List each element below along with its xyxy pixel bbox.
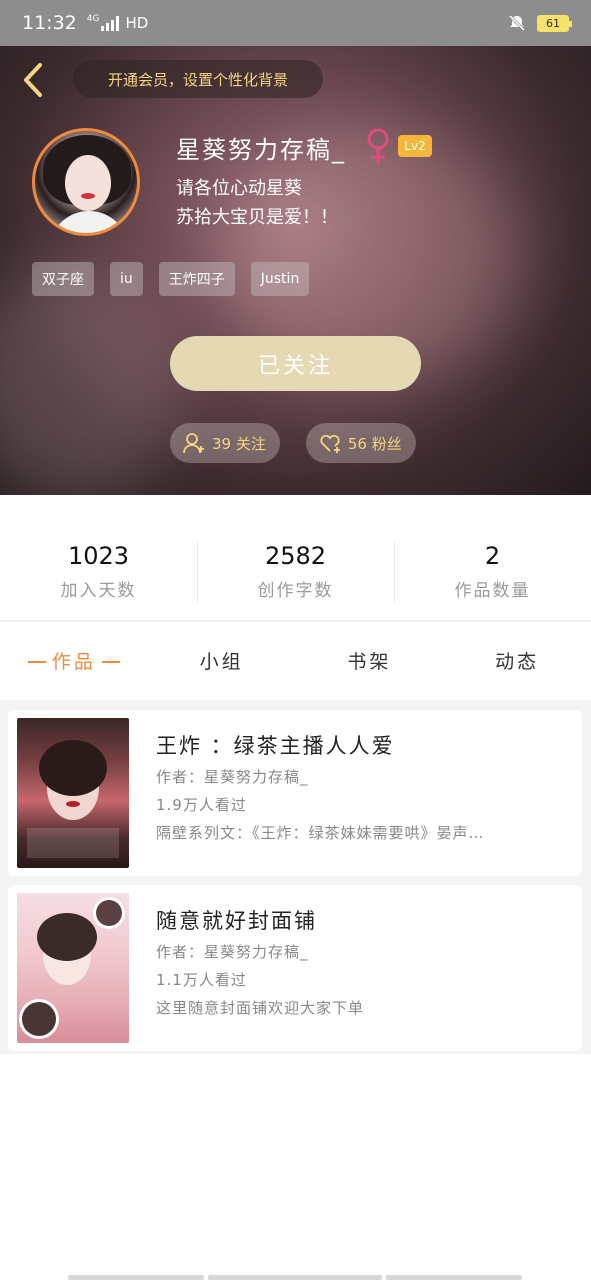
stat-value: 1023 [67, 541, 130, 570]
stat-value: 2 [484, 541, 501, 570]
bio-line: 请各位心动星葵 [176, 178, 302, 199]
status-bar: 11:32 4G HD 61 [0, 0, 591, 46]
tab-activity[interactable]: 动态 [443, 647, 591, 674]
works-list: 王炸 ：绿茶主播人人爱 作者：星葵努力存稿_ 1.9万人看过 隔壁系列文：《王炸… [0, 700, 591, 1054]
signal-bars-icon [101, 15, 120, 31]
work-cover[interactable] [17, 893, 129, 1043]
tab-bookshelf[interactable]: 书架 [296, 647, 444, 674]
back-arrow-icon[interactable] [18, 62, 48, 98]
divider [0, 620, 591, 622]
following-button[interactable]: 39 关注 [170, 423, 280, 463]
work-author: 作者：星葵努力存稿_ [156, 943, 309, 961]
tab-groups[interactable]: 小组 [148, 647, 296, 674]
signal-indicator: 4G HD [87, 14, 149, 32]
tab-works[interactable]: 作品 [0, 647, 148, 674]
mute-icon [508, 14, 526, 32]
tag[interactable]: iu [110, 262, 143, 296]
heart-plus-icon [320, 434, 340, 453]
bio-line: 苏拾大宝贝是爱！！ [176, 207, 338, 228]
stat-label: 作品数量 [454, 580, 531, 601]
nav-hint [386, 1275, 522, 1280]
stat-join-days: 1023 加入天数 [0, 536, 197, 606]
status-time: 11:32 [22, 12, 77, 34]
profile-header: 开通会员，设置个性化背景 星葵努力存稿_ Lv2 请各位心动星葵 苏拾大宝贝是爱… [0, 46, 591, 495]
background-blur [0, 266, 180, 495]
profile-tabs: 作品 小组 书架 动态 [0, 630, 591, 690]
user-plus-icon [183, 433, 204, 454]
work-views: 1.1万人看过 [156, 971, 247, 989]
level-badge: Lv2 [398, 135, 432, 157]
work-author: 作者：星葵努力存稿_ [156, 768, 309, 786]
hd-label: HD [125, 14, 149, 32]
vip-background-prompt[interactable]: 开通会员，设置个性化背景 [73, 60, 323, 98]
tag[interactable]: 王炸四子 [158, 262, 235, 296]
following-count: 39 关注 [212, 434, 266, 453]
work-description: 隔壁系列文：《王炸：绿茶妹妹需要哄》晏声… [156, 824, 485, 842]
user-bio: 请各位心动星葵 苏拾大宝贝是爱！！ [176, 174, 338, 232]
battery-icon: 61 [537, 14, 572, 32]
stat-value: 2582 [264, 541, 327, 570]
female-icon [367, 128, 389, 164]
nav-hint [68, 1275, 204, 1280]
work-cover[interactable] [17, 718, 129, 868]
follow-counts: 39 关注 56 粉丝 [170, 423, 416, 463]
avatar[interactable] [32, 128, 140, 236]
user-stats: 1023 加入天数 2582 创作字数 2 作品数量 [0, 536, 591, 606]
stat-word-count: 2582 创作字数 [197, 536, 394, 606]
user-tags: 双子座 iu 王炸四子 Justin [32, 262, 310, 296]
stat-label: 加入天数 [60, 580, 137, 601]
fans-button[interactable]: 56 粉丝 [305, 423, 416, 463]
fans-count: 56 粉丝 [347, 434, 402, 453]
user-nickname: 星葵努力存稿_ [176, 136, 346, 164]
work-description: 这里随意封面铺欢迎大家下单 [156, 999, 365, 1017]
stat-work-count: 2 作品数量 [394, 536, 591, 606]
work-title: 随意就好封面铺 [156, 909, 317, 933]
work-views: 1.9万人看过 [156, 796, 247, 814]
follow-button[interactable]: 已关注 [170, 336, 421, 391]
tag[interactable]: Justin [250, 262, 310, 296]
tag[interactable]: 双子座 [32, 262, 94, 296]
work-card[interactable]: 随意就好封面铺 作者：星葵努力存稿_ 1.1万人看过 这里随意封面铺欢迎大家下单 [8, 885, 582, 1051]
stat-label: 创作字数 [257, 580, 334, 601]
work-title: 王炸 ：绿茶主播人人爱 [156, 734, 395, 758]
nav-hint [208, 1275, 382, 1280]
network-type: 4G [86, 14, 100, 24]
tab-label: 作品 [51, 650, 96, 673]
work-card[interactable]: 王炸 ：绿茶主播人人爱 作者：星葵努力存稿_ 1.9万人看过 隔壁系列文：《王炸… [8, 710, 582, 876]
